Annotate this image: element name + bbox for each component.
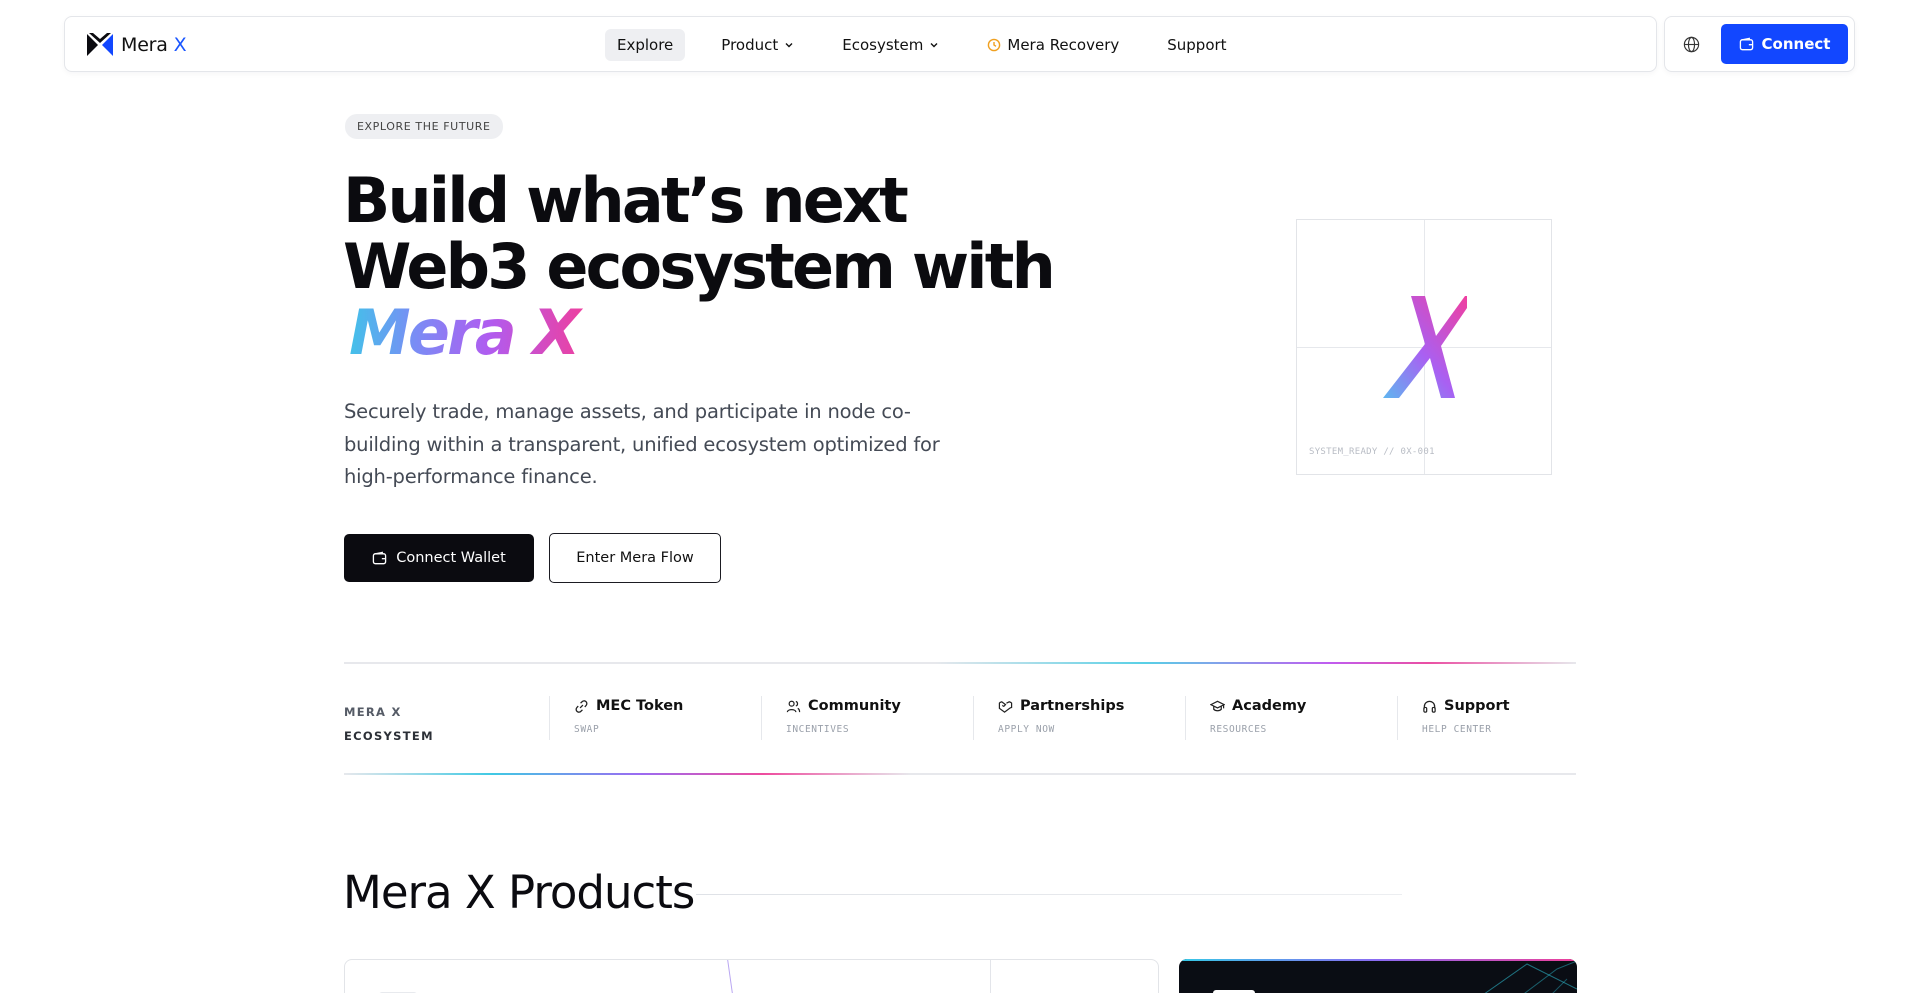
nav-mera-recovery-label: Mera Recovery	[1007, 36, 1120, 54]
ecosystem-item-title: Community	[808, 698, 901, 714]
top-navbar: Mera X Explore Product Ecosystem Mera Re…	[64, 16, 1657, 72]
nav-ecosystem-label: Ecosystem	[842, 36, 924, 54]
main-menu: Explore Product Ecosystem Mera Recovery …	[605, 29, 1263, 61]
ecosystem-item-title: Partnerships	[1020, 698, 1125, 714]
mera-logo-icon	[87, 33, 113, 56]
enter-mera-flow-button[interactable]: Enter Mera Flow	[549, 533, 721, 583]
product-card-primary[interactable]	[344, 959, 1159, 993]
headline-line-2: Web3 ecosystem with	[343, 230, 1056, 303]
network-lines-decoration	[1484, 960, 1577, 993]
ecosystem-item-academy[interactable]: Academy RESOURCES	[1185, 696, 1397, 740]
ecosystem-item-support[interactable]: Support HELP CENTER	[1397, 696, 1609, 740]
ecosystem-strip: MERA X ECOSYSTEM MEC Token SWAP Communit…	[344, 662, 1576, 775]
gradient-divider-bottom	[344, 773, 1576, 775]
headline-line-1: Build what’s next	[343, 164, 909, 237]
enter-mera-flow-label: Enter Mera Flow	[576, 550, 694, 566]
hero-headline: Build what’s next Web3 ecosystem with Me…	[343, 168, 1103, 366]
headline-brand: Mera X	[343, 300, 586, 366]
headphones-icon	[1423, 700, 1436, 713]
nav-support-label: Support	[1167, 36, 1227, 54]
products-title-rule	[696, 894, 1402, 895]
mera-x-glyph	[1383, 296, 1467, 398]
products-section-title: Mera X Products	[343, 866, 695, 919]
ecosystem-links: MEC Token SWAP Community INCENTIVES Part…	[549, 696, 1609, 740]
graduation-cap-icon	[1210, 700, 1225, 711]
nav-product[interactable]: Product	[709, 29, 806, 61]
nav-explore[interactable]: Explore	[605, 29, 686, 61]
ecosystem-item-mec-token[interactable]: MEC Token SWAP	[549, 696, 761, 740]
nav-explore-label: Explore	[617, 36, 674, 54]
ecosystem-label-line-1: MERA X	[344, 705, 402, 719]
header-actions: Connect	[1664, 16, 1855, 72]
decorative-line	[727, 960, 743, 993]
ecosystem-label-line-2: ECOSYSTEM	[344, 729, 434, 743]
system-status-caption: SYSTEM_READY // 0X-001	[1309, 447, 1435, 457]
hero-eyebrow-badge: EXPLORE THE FUTURE	[345, 114, 503, 139]
users-icon	[786, 700, 801, 712]
chevron-down-icon	[785, 43, 793, 48]
connect-button-label: Connect	[1761, 35, 1831, 53]
nav-support[interactable]: Support	[1155, 29, 1238, 61]
handshake-icon	[998, 700, 1013, 713]
ecosystem-item-partnerships[interactable]: Partnerships APPLY NOW	[973, 696, 1185, 740]
ecosystem-item-subtitle: APPLY NOW	[998, 724, 1055, 735]
wallet-icon	[1739, 37, 1753, 50]
wallet-icon	[372, 551, 387, 564]
ecosystem-item-title: Support	[1444, 698, 1510, 714]
ecosystem-item-title: MEC Token	[596, 698, 684, 714]
ecosystem-label: MERA X ECOSYSTEM	[344, 700, 434, 748]
chevron-down-icon	[930, 43, 938, 48]
nav-ecosystem[interactable]: Ecosystem	[830, 29, 951, 61]
decorative-line	[990, 960, 991, 993]
nav-product-label: Product	[721, 36, 779, 54]
ecosystem-item-subtitle: RESOURCES	[1210, 724, 1267, 735]
connect-wallet-label: Connect Wallet	[396, 550, 506, 566]
link-icon	[575, 699, 588, 713]
nav-mera-recovery[interactable]: Mera Recovery	[975, 29, 1131, 61]
connect-wallet-button[interactable]: Connect Wallet	[344, 534, 534, 582]
hero-visual-card: SYSTEM_READY // 0X-001	[1296, 219, 1552, 475]
ecosystem-item-subtitle: INCENTIVES	[786, 724, 850, 735]
brand-name: Mera X	[121, 34, 187, 56]
ecosystem-item-subtitle: HELP CENTER	[1422, 724, 1492, 735]
hero-description: Securely trade, manage assets, and parti…	[344, 400, 940, 488]
gradient-divider-top	[344, 662, 1576, 664]
clock-icon	[988, 38, 1001, 52]
ecosystem-item-title: Academy	[1232, 698, 1307, 714]
brand-logo[interactable]: Mera X	[85, 30, 187, 60]
globe-icon[interactable]	[1682, 35, 1701, 54]
ecosystem-item-community[interactable]: Community INCENTIVES	[761, 696, 973, 740]
ecosystem-item-subtitle: SWAP	[574, 724, 600, 735]
product-card-dark[interactable]	[1179, 959, 1577, 993]
connect-button[interactable]: Connect	[1721, 24, 1848, 64]
